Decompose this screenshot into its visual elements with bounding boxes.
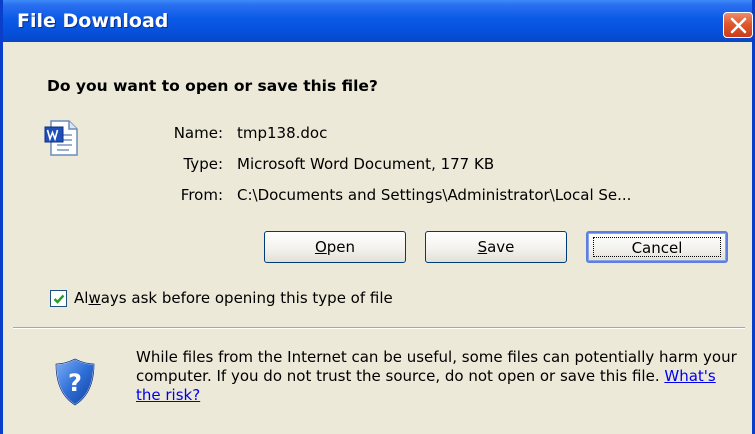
always-ask-label-pre: Al: [74, 289, 89, 307]
open-button[interactable]: Open: [264, 231, 406, 263]
cancel-button[interactable]: Cancel: [586, 231, 728, 263]
file-download-dialog: File Download Do you want to open or sav…: [0, 0, 755, 434]
type-value: Microsoft Word Document, 177 KB: [237, 155, 495, 173]
question-heading: Do you want to open or save this file?: [47, 77, 378, 95]
svg-text:?: ?: [68, 369, 82, 397]
save-label: ave: [487, 238, 515, 256]
name-label: Name:: [173, 124, 223, 142]
always-ask-hotkey: w: [88, 289, 101, 307]
shield-question-icon: ?: [53, 357, 97, 407]
dialog-title: File Download: [17, 10, 169, 32]
warning-text: While files from the Internet can be use…: [136, 348, 737, 385]
close-icon: [730, 17, 747, 34]
always-ask-checkbox[interactable]: [50, 290, 67, 307]
from-value: C:\Documents and Settings\Administrator\…: [237, 186, 632, 204]
always-ask-label: Always ask before opening this type of f…: [74, 289, 393, 307]
open-hotkey: O: [314, 238, 327, 256]
save-hotkey: S: [477, 238, 488, 256]
security-warning: While files from the Internet can be use…: [136, 348, 744, 405]
name-value: tmp138.doc: [237, 124, 328, 142]
checkmark-icon: [53, 294, 65, 304]
type-label: Type:: [183, 155, 223, 173]
separator: [13, 327, 745, 329]
open-label: pen: [326, 238, 356, 256]
title-bar[interactable]: File Download: [3, 0, 753, 42]
from-label: From:: [180, 186, 223, 204]
save-button[interactable]: Save: [425, 231, 567, 263]
always-ask-label-post: ays ask before opening this type of file: [100, 289, 393, 307]
close-button[interactable]: [723, 12, 753, 38]
word-document-icon: [43, 118, 81, 158]
focus-ring: [593, 237, 721, 257]
